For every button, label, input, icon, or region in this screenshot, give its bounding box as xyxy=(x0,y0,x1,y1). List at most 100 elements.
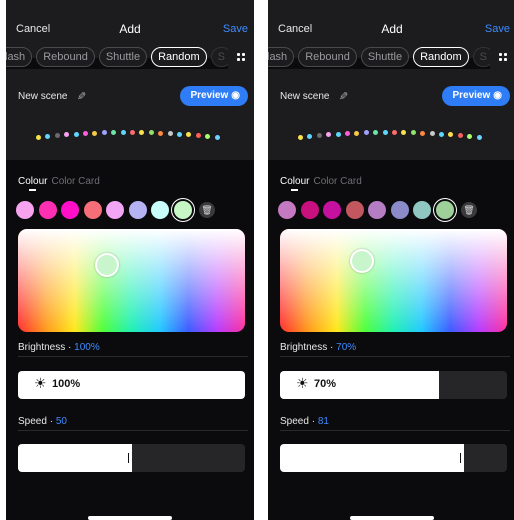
scene-dot xyxy=(177,131,182,137)
color-swatch[interactable] xyxy=(16,201,34,219)
color-swatch[interactable] xyxy=(106,201,124,219)
brightness-slider[interactable]: ☀ 100% xyxy=(18,371,245,399)
scene-dot xyxy=(354,130,360,136)
grid-icon[interactable] xyxy=(228,45,254,69)
tab-color-card[interactable]: Color Card xyxy=(313,176,361,187)
mode-flash[interactable]: lash xyxy=(268,47,295,67)
scene-dot xyxy=(298,135,303,140)
header-bar: Cancel Add Save lash Rebound Shuttle Random… xyxy=(6,0,254,69)
mode-rebound[interactable]: Rebound xyxy=(36,47,95,67)
brightness-title: Brightness xyxy=(280,342,328,353)
scene-card: New scene ✎ Preview ◉ xyxy=(268,69,514,160)
scene-dot xyxy=(158,130,164,136)
scene-dot xyxy=(420,130,426,136)
scene-dot xyxy=(148,130,154,136)
color-swatch[interactable] xyxy=(151,201,169,219)
mode-flash[interactable]: lash xyxy=(6,47,33,67)
color-swatch[interactable] xyxy=(173,201,192,219)
scene-dot-preview xyxy=(6,121,254,141)
preview-label: Preview xyxy=(452,90,491,101)
scene-dot xyxy=(326,132,332,138)
color-swatch[interactable] xyxy=(278,201,296,219)
trash-icon[interactable]: 🗑 xyxy=(461,202,477,218)
color-swatch[interactable] xyxy=(390,201,409,219)
eye-icon: ◉ xyxy=(231,90,240,101)
brightness-slider[interactable]: ☀ 70% xyxy=(280,371,507,399)
brightness-percent: 100% xyxy=(52,378,81,390)
scene-dot xyxy=(36,135,41,140)
scene-dot xyxy=(429,131,435,137)
brightness-label: Brightness · 70% xyxy=(280,342,357,353)
speed-label: Speed · 50 xyxy=(18,416,67,427)
scene-dot xyxy=(392,130,397,135)
mode-shuttle[interactable]: Shuttle xyxy=(98,47,148,67)
color-swatch[interactable] xyxy=(435,201,454,219)
speed-handle[interactable] xyxy=(459,453,462,463)
sun-icon: ☀ xyxy=(34,375,47,391)
speed-slider[interactable] xyxy=(18,444,245,472)
scene-dot xyxy=(73,131,79,137)
scene-dot xyxy=(167,131,173,137)
edit-icon[interactable]: ✎ xyxy=(77,90,86,103)
scene-dot xyxy=(195,133,201,139)
color-swatch[interactable] xyxy=(345,201,364,219)
mode-rebound[interactable]: Rebound xyxy=(298,47,357,67)
scene-dot xyxy=(64,132,70,138)
page-title: Add xyxy=(119,22,141,36)
scene-name: New scene xyxy=(280,91,330,102)
speed-slider[interactable] xyxy=(280,444,507,472)
mode-tabs: lash Rebound Shuttle Random S xyxy=(6,47,236,67)
mode-random[interactable]: Random xyxy=(151,47,207,67)
color-tabs: Colour Color Card xyxy=(18,176,100,191)
color-swatch[interactable] xyxy=(128,201,147,219)
sun-icon: ☀ xyxy=(296,375,309,391)
brightness-percent: 70% xyxy=(314,378,337,390)
scene-dot xyxy=(382,130,388,135)
color-swatch[interactable] xyxy=(413,201,431,219)
divider xyxy=(280,356,510,357)
scene-dot xyxy=(316,133,322,139)
picker-handle[interactable] xyxy=(95,253,119,277)
brightness-value: 70% xyxy=(336,342,357,353)
color-swatch[interactable] xyxy=(323,201,341,219)
speed-title: Speed xyxy=(280,416,309,427)
grid-icon[interactable] xyxy=(490,45,514,69)
scene-dot xyxy=(214,135,220,140)
screen-full-brightness: Cancel Add Save lash Rebound Shuttle Random… xyxy=(6,0,254,520)
save-button[interactable]: Save xyxy=(485,23,510,35)
scene-dot xyxy=(92,130,98,136)
scene-dot xyxy=(410,130,416,136)
scene-dot xyxy=(448,132,454,138)
speed-label: Speed · 81 xyxy=(280,416,329,427)
speed-handle[interactable] xyxy=(127,453,129,463)
speed-value: 81 xyxy=(317,416,329,427)
color-swatch[interactable] xyxy=(368,201,386,219)
scene-dot xyxy=(467,134,473,139)
scene-dot xyxy=(205,134,211,139)
save-button[interactable]: Save xyxy=(223,23,248,35)
color-swatch[interactable] xyxy=(38,201,57,219)
color-picker[interactable] xyxy=(280,229,507,332)
edit-icon[interactable]: ✎ xyxy=(339,90,348,103)
scene-dot xyxy=(45,134,51,139)
scene-dot-preview xyxy=(268,121,514,141)
mode-random[interactable]: Random xyxy=(413,47,469,67)
scene-dot xyxy=(54,133,60,139)
mode-shuttle[interactable]: Shuttle xyxy=(360,47,410,67)
brightness-label: Brightness · 100% xyxy=(18,342,100,353)
color-swatch[interactable] xyxy=(61,201,79,219)
color-swatch[interactable] xyxy=(300,201,319,219)
picker-handle[interactable] xyxy=(350,249,374,273)
color-picker[interactable] xyxy=(18,229,245,332)
tab-color-card[interactable]: Color Card xyxy=(51,176,99,187)
tab-colour[interactable]: Colour xyxy=(280,176,309,187)
tab-colour[interactable]: Colour xyxy=(18,176,47,187)
trash-icon[interactable]: 🗑 xyxy=(199,202,215,218)
scene-dot xyxy=(439,131,444,137)
preview-button[interactable]: Preview ◉ xyxy=(442,86,510,106)
color-swatch[interactable] xyxy=(83,201,102,219)
scene-dot xyxy=(130,130,135,135)
scene-card: New scene ✎ Preview ◉ xyxy=(6,69,254,160)
preview-button[interactable]: Preview ◉ xyxy=(180,86,248,106)
speed-fill xyxy=(280,444,464,472)
